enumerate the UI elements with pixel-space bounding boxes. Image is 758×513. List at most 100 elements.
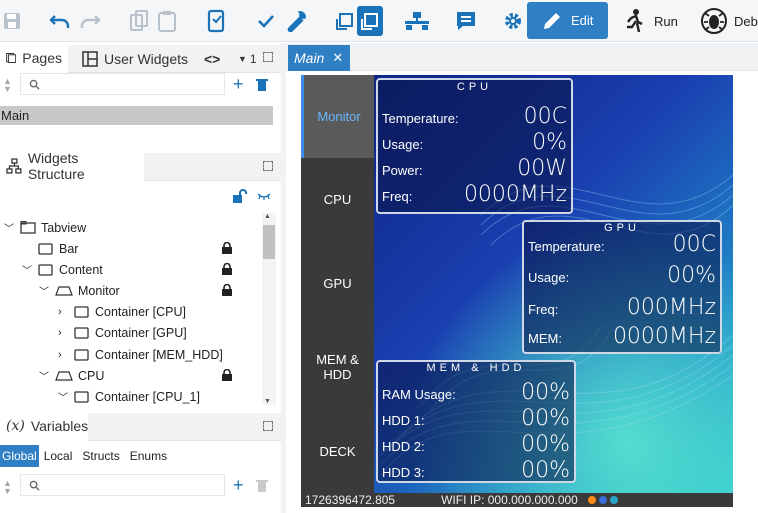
close-icon[interactable]: ✕: [332, 50, 343, 66]
expand-panel-icon[interactable]: [263, 52, 273, 62]
check-icon[interactable]: [256, 6, 276, 36]
widget-frame-icon[interactable]: [334, 6, 356, 36]
nav-cpu[interactable]: CPU: [301, 158, 374, 241]
container-icon: [38, 263, 53, 276]
structure-tabbar: Widgets Structure: [0, 150, 281, 182]
row-label: Freq:: [382, 189, 413, 204]
search-icon: [29, 480, 40, 491]
variable-icon: (x): [6, 418, 25, 434]
page-item-label: Main: [1, 108, 30, 123]
nav-gpu[interactable]: GPU: [301, 241, 374, 325]
debug-label: Debu: [734, 13, 758, 29]
tree-item[interactable]: › Container [CPU]: [58, 301, 186, 322]
edit-label: Edit: [571, 13, 594, 28]
nav-deck[interactable]: DECK: [301, 409, 374, 493]
row-value: 00%: [521, 380, 570, 405]
tab-main-label: Main: [294, 50, 325, 66]
mem-row-hdd1: HDD 1: 00%: [382, 406, 570, 431]
sort-icon[interactable]: ▲ ▼: [3, 77, 12, 94]
container-icon: [74, 305, 89, 318]
row-value: 00%: [521, 406, 570, 431]
mem-row-hdd2: HDD 2: 00%: [382, 432, 570, 457]
tab-code-label: <>: [204, 51, 221, 67]
tab-overflow[interactable]: ▼ 1: [232, 45, 263, 73]
page-item-main[interactable]: Main: [0, 106, 273, 125]
lock-icon[interactable]: [222, 369, 232, 381]
select-widget-icon[interactable]: [357, 6, 383, 36]
chevron-right-icon: ›: [58, 305, 62, 318]
sort-icon[interactable]: ▲ ▼: [3, 479, 12, 496]
tree-item[interactable]: › Container [GPU]: [58, 322, 187, 343]
lock-icon[interactable]: [222, 284, 232, 296]
scroll-down-icon[interactable]: ▼: [264, 398, 271, 405]
structure-icon: [6, 158, 22, 174]
mem-row-ram: RAM Usage: 00%: [382, 380, 570, 405]
variables-search-input[interactable]: [20, 474, 225, 496]
device-preview: Monitor CPU GPU MEM & HDD DECK CPU Tempe…: [301, 75, 733, 507]
gpu-panel: GPU Temperature: 00C Usage: 00% Freq: 000MH…: [522, 220, 722, 354]
redo-icon[interactable]: [78, 6, 102, 36]
row-label: MEM:: [528, 331, 562, 346]
scroll-up-icon[interactable]: ▲: [264, 213, 271, 220]
row-label: HDD 3:: [382, 465, 425, 480]
row-value: 00C: [672, 232, 716, 257]
toolbar: Edit Run Debu: [0, 0, 758, 42]
tab-pages[interactable]: Pages: [0, 45, 68, 73]
row-value: 00%: [521, 432, 570, 457]
tab-code[interactable]: <>: [198, 45, 226, 73]
tab-structs[interactable]: Structs: [77, 445, 124, 467]
nav-mem-hdd[interactable]: MEM & HDD: [301, 325, 374, 409]
pages-search-input[interactable]: [20, 73, 225, 95]
lock-icon[interactable]: [222, 263, 232, 275]
gpu-row-temperature: Temperature: 00C: [528, 232, 716, 257]
paste-icon[interactable]: [156, 6, 178, 36]
gear-icon[interactable]: [502, 6, 524, 36]
unlock-icon[interactable]: [232, 189, 248, 203]
run-button[interactable]: Run: [622, 6, 678, 36]
tab-local[interactable]: Local: [39, 445, 78, 467]
row-value: 00%: [667, 263, 716, 288]
undo-icon[interactable]: [48, 6, 72, 36]
add-page-icon[interactable]: +: [233, 73, 244, 95]
edit-button[interactable]: Edit: [527, 2, 608, 39]
tab-enums[interactable]: Enums: [125, 445, 172, 467]
user-widgets-icon: [82, 51, 98, 67]
tree-item-label: Content: [59, 262, 103, 277]
network-icon[interactable]: [404, 6, 430, 36]
tree-item[interactable]: ﹀ Monitor: [39, 280, 120, 301]
scrollbar-thumb[interactable]: [263, 225, 275, 259]
copy-icon[interactable]: [128, 6, 150, 36]
tree-item[interactable]: Bar: [38, 238, 78, 259]
tree-item[interactable]: ﹀ Container [CPU_1]: [58, 386, 200, 407]
tab-main[interactable]: Main ✕: [288, 45, 350, 71]
delete-variable-icon[interactable]: [256, 479, 268, 493]
expand-panel-icon[interactable]: [263, 421, 273, 431]
tree-item[interactable]: ﹀ Tabview: [4, 217, 86, 238]
pencil-icon: [544, 12, 560, 29]
hide-eye-icon[interactable]: [257, 192, 271, 200]
tree-item[interactable]: ﹀ CPU: [39, 365, 104, 386]
add-variable-icon[interactable]: +: [233, 474, 244, 496]
row-value: 00W: [517, 156, 567, 181]
project-settings-icon[interactable]: [204, 6, 228, 36]
structure-title: Widgets Structure: [27, 150, 85, 182]
comment-icon[interactable]: [454, 6, 478, 36]
expand-panel-icon[interactable]: [263, 161, 273, 171]
debug-button[interactable]: Debu: [700, 6, 758, 36]
tab-widgets-structure[interactable]: Widgets Structure: [0, 150, 144, 182]
cpu-row-temperature: Temperature: 00C: [382, 104, 567, 129]
save-icon[interactable]: [2, 6, 22, 36]
wifi-ip-text: WIFI IP: 000.000.000.000: [441, 493, 578, 507]
delete-page-icon[interactable]: [256, 78, 268, 92]
tab-user-widgets[interactable]: User Widgets: [76, 45, 194, 73]
row-value: 00C: [523, 104, 567, 129]
tree-item[interactable]: › Container [MEM_HDD]: [58, 344, 223, 365]
tab-variables[interactable]: (x) Variables: [0, 413, 88, 441]
nav-monitor[interactable]: Monitor: [301, 75, 374, 158]
tree-item[interactable]: ﹀ Content: [22, 259, 103, 280]
lock-icon[interactable]: [222, 242, 232, 254]
tab-global[interactable]: Global: [0, 445, 39, 467]
tree-scrollbar[interactable]: ▲ ▼: [262, 213, 276, 405]
wrench-icon[interactable]: [284, 6, 308, 36]
row-label: Usage:: [382, 137, 424, 152]
